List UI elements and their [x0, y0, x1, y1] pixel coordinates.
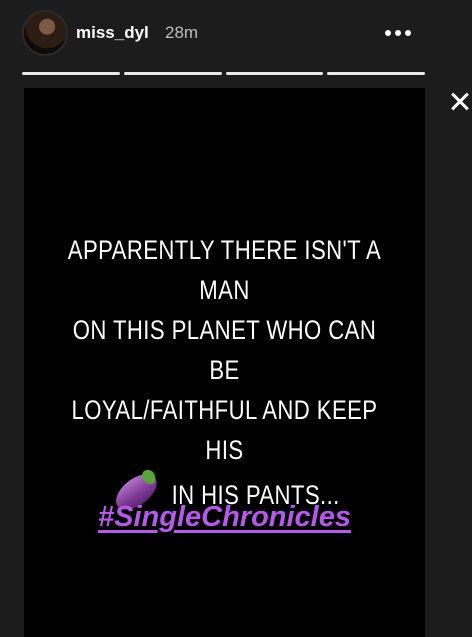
story-text: APPARENTLY THERE ISN'T A MAN ON THIS PLA…: [60, 230, 389, 520]
story-line: LOYAL/FAITHFUL AND KEEP HIS: [71, 395, 378, 465]
story-line: ON THIS PLANET WHO CAN BE: [72, 315, 377, 385]
story-header: miss_dyl 28m: [0, 0, 472, 70]
progress-segment: [327, 72, 425, 75]
progress-segment: [22, 72, 120, 75]
story-line: APPARENTLY THERE ISN'T A MAN: [67, 235, 382, 305]
username[interactable]: miss_dyl: [76, 23, 149, 43]
progress-segment: [123, 72, 222, 75]
more-options-icon[interactable]: [378, 20, 418, 46]
timestamp: 28m: [165, 23, 199, 42]
hashtag-link[interactable]: #SingleChronicles: [24, 501, 425, 534]
story-content[interactable]: APPARENTLY THERE ISN'T A MAN ON THIS PLA…: [24, 88, 425, 637]
progress-segment: [225, 72, 324, 75]
close-icon[interactable]: [441, 84, 472, 120]
story-progress-bar: [22, 72, 425, 75]
avatar[interactable]: [22, 10, 68, 56]
